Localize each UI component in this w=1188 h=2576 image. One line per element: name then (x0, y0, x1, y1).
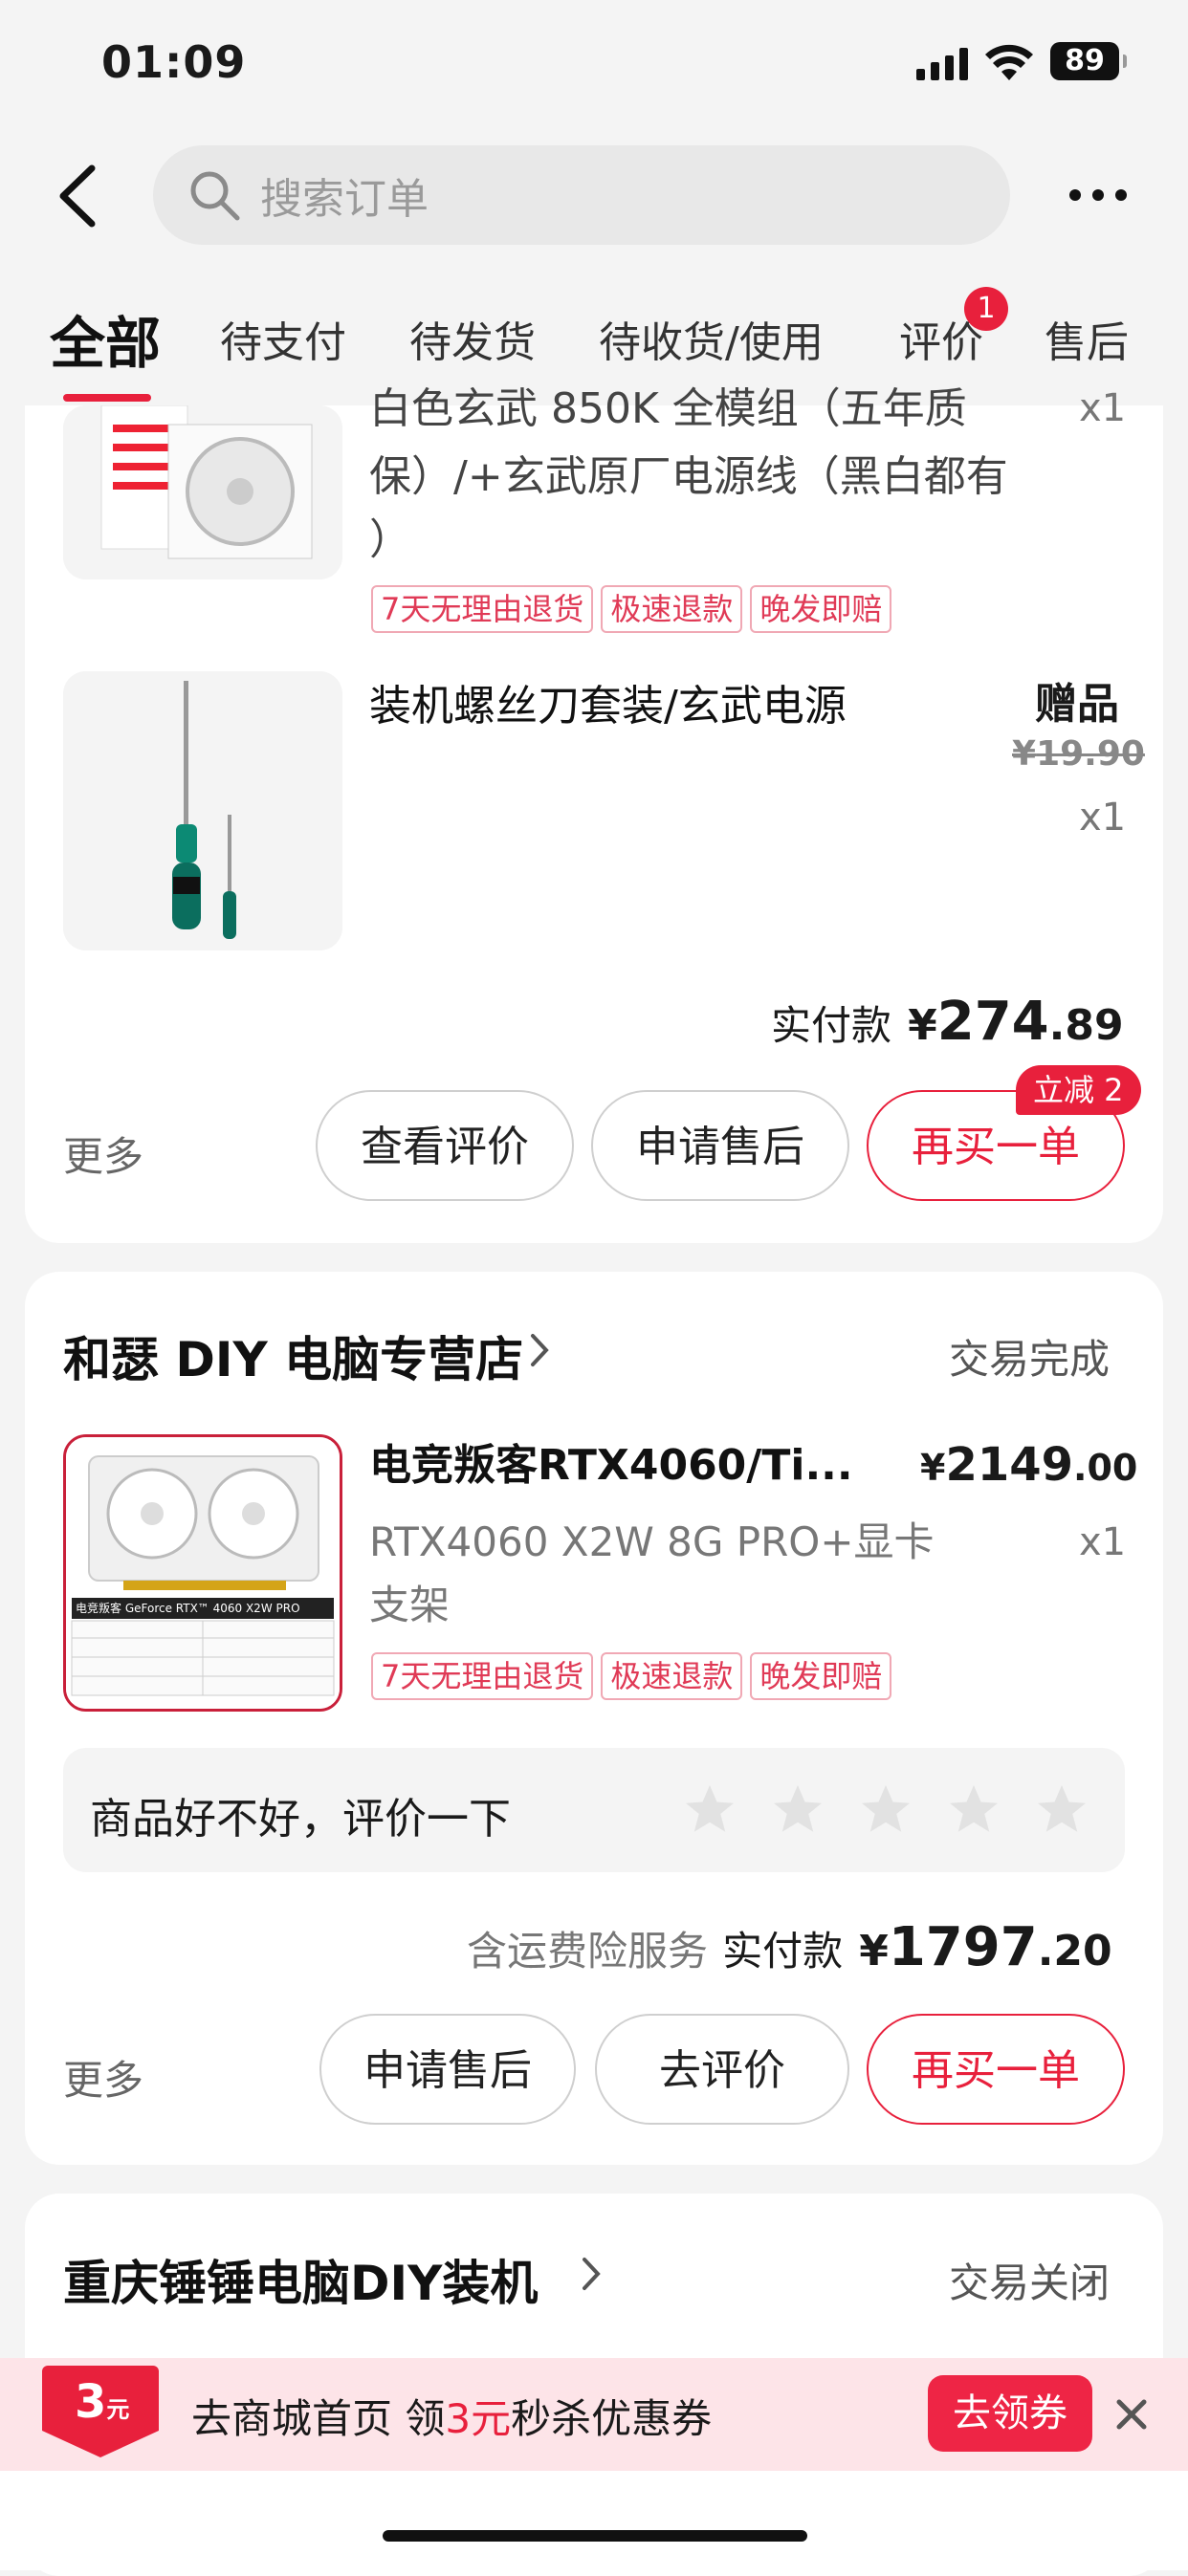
rating-stars[interactable] (681, 1780, 1090, 1838)
paid-amount: 实付款 ¥274.89 (771, 991, 1124, 1053)
more-link[interactable]: 更多 (63, 1124, 143, 1183)
item-spec: 支架 (369, 1582, 451, 1628)
service-tags: 7天无理由退货 极速退款 晚发即赔 (371, 1652, 892, 1700)
product-image-psu[interactable] (63, 405, 342, 579)
star-icon[interactable] (1033, 1780, 1090, 1838)
product-image-gpu[interactable]: 电竞叛客 GeForce RTX™ 4060 X2W PRO (63, 1434, 342, 1712)
claim-coupon-button[interactable]: 去领券 (928, 2375, 1092, 2452)
coupon-text-pre: 去商城首页 领 (191, 2395, 446, 2442)
battery-indicator: 89 (1050, 42, 1127, 80)
price-symbol: ¥ (920, 1447, 946, 1489)
service-tag: 7天无理由退货 (371, 1652, 594, 1700)
coupon-text-post: 秒杀优惠券 (511, 2395, 713, 2442)
paid-amount: 含运费险服务 实付款 ¥1797.20 (467, 1916, 1112, 1978)
coupon-unit: 元 (106, 2396, 130, 2423)
paid-decimal: .89 (1048, 1001, 1124, 1050)
item-quantity: x1 (1079, 386, 1127, 430)
paid-decimal: .20 (1037, 1927, 1112, 1976)
back-icon[interactable] (54, 163, 101, 233)
buy-again-button[interactable]: 再买一单 (867, 2014, 1125, 2125)
gpu-box-label: 电竞叛客 GeForce RTX™ 4060 X2W PRO (76, 1602, 300, 1615)
price-decimal: .00 (1073, 1447, 1138, 1489)
tab-pending-shipment-label[interactable]: 待发货 (409, 308, 536, 369)
original-price: ¥19.90 (1012, 734, 1145, 774)
bottom-area (0, 2471, 1188, 2570)
wifi-icon (983, 44, 1035, 86)
shop-name[interactable]: 和瑟 DIY 电脑专营店 (63, 1321, 523, 1390)
item-title-line[interactable]: 保）/+玄武原厂电源线（黑白都有 (369, 446, 1020, 509)
shop-name[interactable]: 重庆锤锤电脑DIY装机 (63, 2245, 538, 2314)
item-quantity: x1 (1079, 796, 1127, 840)
item-title[interactable]: 装机螺丝刀套装/玄武电源 (369, 675, 847, 738)
service-tag: 7天无理由退货 (371, 585, 594, 633)
write-review-button[interactable]: 去评价 (595, 2014, 849, 2125)
tab-pending-payment-label[interactable]: 待支付 (220, 308, 346, 369)
star-icon[interactable] (857, 1780, 914, 1838)
paid-symbol: ¥ (908, 1001, 937, 1050)
paid-label: 实付款 (722, 1928, 844, 1975)
price-value: 19.90 (1036, 734, 1145, 774)
item-quantity: x1 (1079, 1520, 1127, 1564)
tab-after-sales-label[interactable]: 售后 (1045, 308, 1129, 369)
paid-symbol: ¥ (859, 1927, 889, 1976)
paid-integer: 274 (936, 991, 1049, 1053)
discount-badge: 立减 2 (1016, 1065, 1141, 1115)
service-tags: 7天无理由退货 极速退款 晚发即赔 (371, 585, 892, 633)
service-tag: 极速退款 (601, 585, 743, 633)
service-tag: 晚发即赔 (750, 1652, 892, 1700)
price-integer: 2149 (945, 1438, 1074, 1492)
after-sales-button[interactable]: 申请售后 (319, 2014, 576, 2125)
tab-active-underline (63, 394, 151, 402)
item-spec: RTX4060 X2W 8G PRO+显卡 (369, 1518, 935, 1565)
signal-icon (916, 48, 970, 84)
item-price: ¥2149.00 (920, 1438, 1137, 1492)
coupon-icon: 3元 (42, 2366, 159, 2457)
item-title-line[interactable]: 白色玄武 850K 全模组（五年质 (369, 382, 981, 436)
star-icon[interactable] (945, 1780, 1002, 1838)
home-indicator (383, 2530, 807, 2542)
tab-all-label[interactable]: 全部 (50, 298, 161, 379)
view-review-button[interactable]: 查看评价 (316, 1090, 574, 1201)
tab-pending-receipt-label[interactable]: 待收货/使用 (599, 308, 824, 369)
gift-label: 赠品 (1035, 680, 1119, 729)
star-icon[interactable] (769, 1780, 826, 1838)
rating-prompt: 商品好不好，评价一下 (90, 1795, 511, 1844)
insurance-note: 含运费险服务 (467, 1928, 709, 1975)
product-image-screwdriver[interactable] (63, 671, 342, 950)
after-sales-button[interactable]: 申请售后 (591, 1090, 849, 1201)
chevron-right-icon[interactable] (528, 1331, 551, 1373)
search-placeholder: 搜索订单 (260, 175, 429, 224)
review-badge-count: 1 (964, 287, 1008, 331)
close-icon[interactable] (1115, 2398, 1148, 2434)
price-symbol: ¥ (1012, 734, 1037, 774)
status-time: 01:09 (101, 36, 247, 88)
coupon-value: 3 (75, 2375, 107, 2429)
star-icon[interactable] (681, 1780, 738, 1838)
item-title[interactable]: 电竞叛客RTX4060/Ti... (369, 1434, 853, 1497)
order-status: 交易关闭 (949, 2259, 1111, 2306)
coupon-text: 去商城首页 领3元秒杀优惠券 (191, 2387, 712, 2445)
paid-label: 实付款 (771, 1002, 892, 1049)
more-link[interactable]: 更多 (63, 2048, 143, 2107)
coupon-amount: 3元 (445, 2395, 512, 2442)
service-tag: 晚发即赔 (750, 585, 892, 633)
search-icon (187, 168, 241, 226)
order-status: 交易完成 (949, 1336, 1111, 1383)
item-title-line[interactable]: ） (369, 509, 411, 572)
chevron-right-icon[interactable] (580, 2255, 603, 2297)
service-tag: 极速退款 (601, 1652, 743, 1700)
more-menu-icon[interactable] (1067, 187, 1129, 207)
paid-integer: 1797 (888, 1916, 1038, 1978)
